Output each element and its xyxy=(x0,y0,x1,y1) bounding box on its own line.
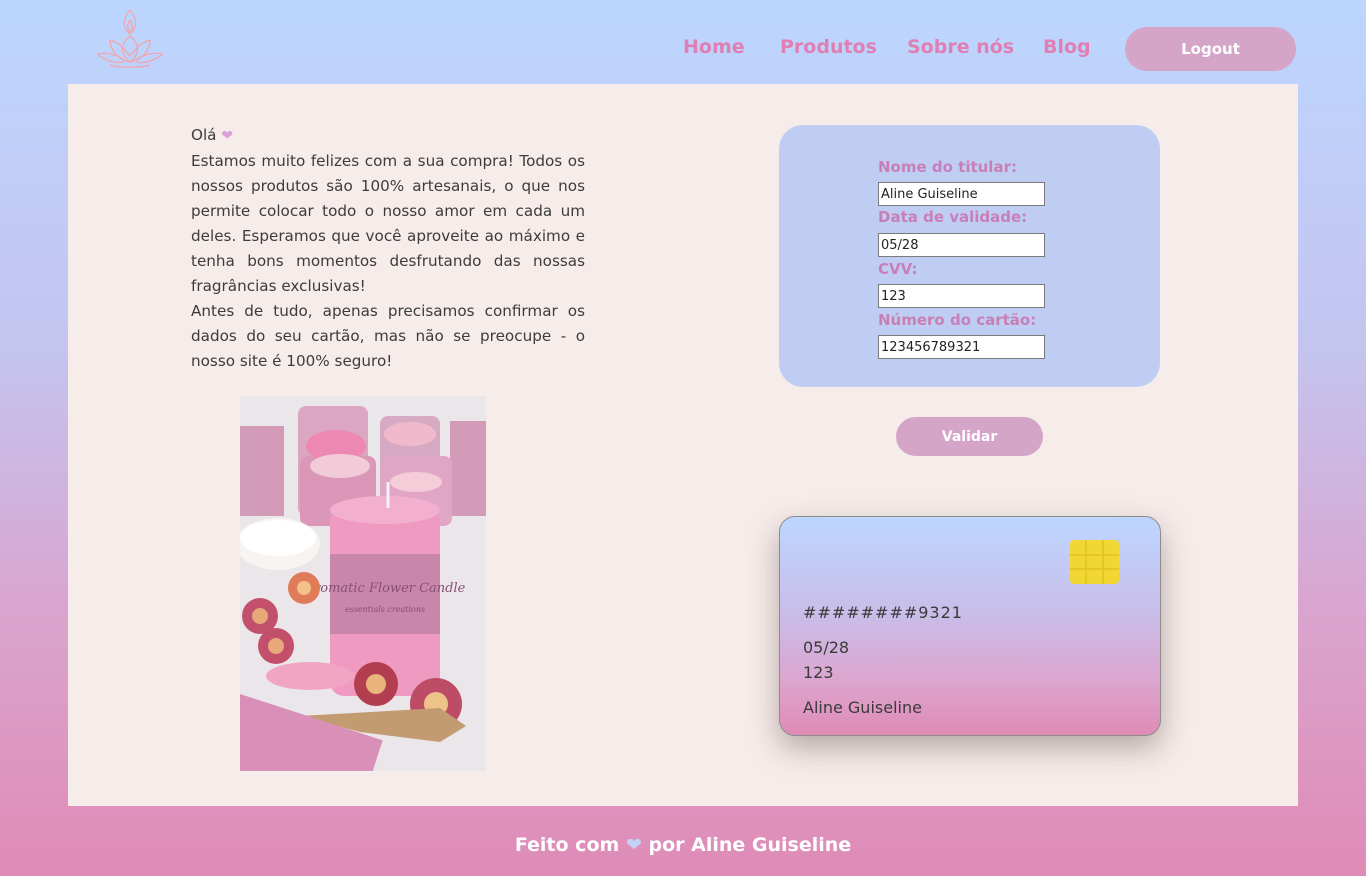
candle-label: Aromatic Flower Candle xyxy=(304,581,466,596)
lotus-candle-icon[interactable] xyxy=(96,6,164,70)
cvv-label: CVV: xyxy=(878,260,918,278)
card-number-display: ########9321 xyxy=(803,603,963,622)
heart-icon: ❤ xyxy=(625,834,642,856)
credit-card-preview: ########9321 05/28 123 Aline Guiseline xyxy=(779,516,1161,736)
main-panel: Olá ❤ Estamos muito felizes com a sua co… xyxy=(68,84,1298,806)
expiry-label: Data de validade: xyxy=(878,208,1028,226)
nav-produtos[interactable]: Produtos xyxy=(780,36,877,58)
card-number-input[interactable] xyxy=(878,335,1045,359)
card-expiry-display: 05/28 xyxy=(803,638,850,657)
card-chip-icon xyxy=(1070,540,1119,584)
nav-blog[interactable]: Blog xyxy=(1043,36,1091,58)
card-holder-display: Aline Guiseline xyxy=(803,698,922,717)
greeting: Olá ❤ xyxy=(191,123,585,149)
heart-icon: ❤ xyxy=(221,128,234,144)
footer: Feito com ❤ por Aline Guiseline xyxy=(0,834,1366,856)
nav-sobre-nos[interactable]: Sobre nós xyxy=(907,36,1014,58)
card-cvv-display: 123 xyxy=(803,663,834,682)
holder-name-input[interactable] xyxy=(878,182,1045,206)
candle-photo: Aromatic Flower Candle essentials creati… xyxy=(240,396,486,771)
footer-suffix: por Aline Guiseline xyxy=(648,834,852,856)
validate-button[interactable]: Validar xyxy=(896,417,1043,456)
card-number-label: Número do cartão: xyxy=(878,311,1037,329)
expiry-input[interactable] xyxy=(878,233,1045,257)
holder-label: Nome do titular: xyxy=(878,158,1017,176)
intro-text: Olá ❤ Estamos muito felizes com a sua co… xyxy=(191,123,585,374)
greeting-text: Olá xyxy=(191,126,217,144)
candle-sublabel: essentials creations xyxy=(345,605,425,614)
intro-paragraph-2: Antes de tudo, apenas precisamos confirm… xyxy=(191,302,585,370)
logout-button[interactable]: Logout xyxy=(1125,27,1296,71)
cvv-input[interactable] xyxy=(878,284,1045,308)
intro-paragraph-1: Estamos muito felizes com a sua compra! … xyxy=(191,152,585,295)
footer-prefix: Feito com xyxy=(514,834,620,856)
payment-form: Nome do titular: Data de validade: CVV: … xyxy=(779,125,1160,387)
nav-home[interactable]: Home xyxy=(683,36,745,58)
